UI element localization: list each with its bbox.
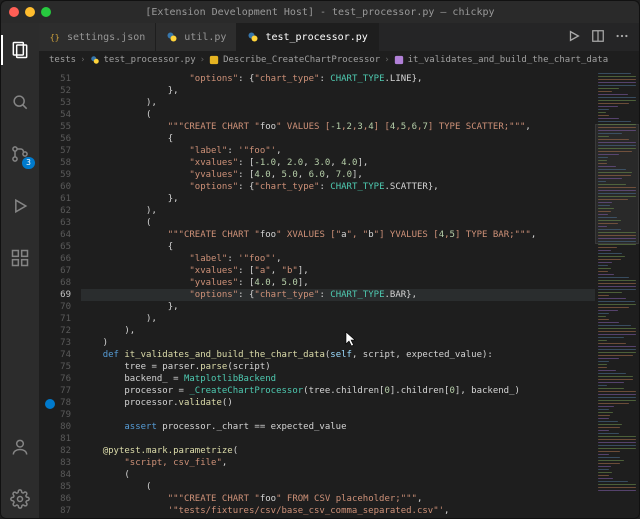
tab-bar: {} settings.json util.py test_processor.…: [39, 23, 639, 51]
activity-bar: 3: [1, 23, 39, 518]
more-actions-icon[interactable]: [615, 29, 629, 46]
breadcrumb-folder[interactable]: tests: [49, 55, 76, 65]
window-title: [Extension Development Host] - test_proc…: [1, 7, 639, 18]
source-control-icon[interactable]: 3: [1, 135, 39, 173]
window-minimize-button[interactable]: [25, 7, 35, 17]
minimap[interactable]: [595, 69, 639, 518]
settings-icon[interactable]: [1, 480, 39, 518]
breakpoint-marker[interactable]: [45, 399, 55, 409]
search-icon[interactable]: [1, 83, 39, 121]
breadcrumb-function[interactable]: it_validates_and_build_the_chart_data: [408, 55, 608, 65]
extensions-icon[interactable]: [1, 239, 39, 277]
breadcrumb-file[interactable]: test_processor.py: [104, 55, 196, 65]
run-file-icon[interactable]: [567, 29, 581, 46]
accounts-icon[interactable]: [1, 428, 39, 466]
tab-label: test_processor.py: [265, 32, 367, 43]
window-close-button[interactable]: [9, 7, 19, 17]
explorer-icon[interactable]: [1, 31, 39, 69]
python-file-icon: [90, 55, 100, 65]
class-symbol-icon: [209, 55, 219, 65]
chevron-right-icon: ›: [384, 55, 389, 65]
breadcrumb-class[interactable]: Describe_CreateChartProcessor: [223, 55, 380, 65]
chevron-right-icon: ›: [200, 55, 205, 65]
chevron-right-icon: ›: [80, 55, 85, 65]
tab-settings-json[interactable]: {} settings.json: [39, 23, 156, 51]
window-maximize-button[interactable]: [41, 7, 51, 17]
tab-label: settings.json: [67, 32, 145, 43]
scm-badge: 3: [22, 157, 35, 169]
tab-test-processor-py[interactable]: test_processor.py: [237, 23, 378, 51]
code-editor[interactable]: "options": {"chart_type": CHART_TYPE.LIN…: [81, 69, 595, 518]
json-file-icon: {}: [49, 31, 61, 43]
svg-text:{}: {}: [50, 32, 60, 42]
titlebar: [Extension Development Host] - test_proc…: [1, 1, 639, 23]
breadcrumb[interactable]: tests › test_processor.py › Describe_Cre…: [39, 51, 639, 69]
line-gutter[interactable]: 5152535455565758596061626364656667686970…: [39, 69, 81, 518]
tab-util-py[interactable]: util.py: [156, 23, 237, 51]
run-debug-icon[interactable]: [1, 187, 39, 225]
split-editor-icon[interactable]: [591, 29, 605, 46]
python-file-icon: [166, 31, 178, 43]
method-symbol-icon: [394, 55, 404, 65]
tab-label: util.py: [184, 32, 226, 43]
python-file-icon: [247, 31, 259, 43]
